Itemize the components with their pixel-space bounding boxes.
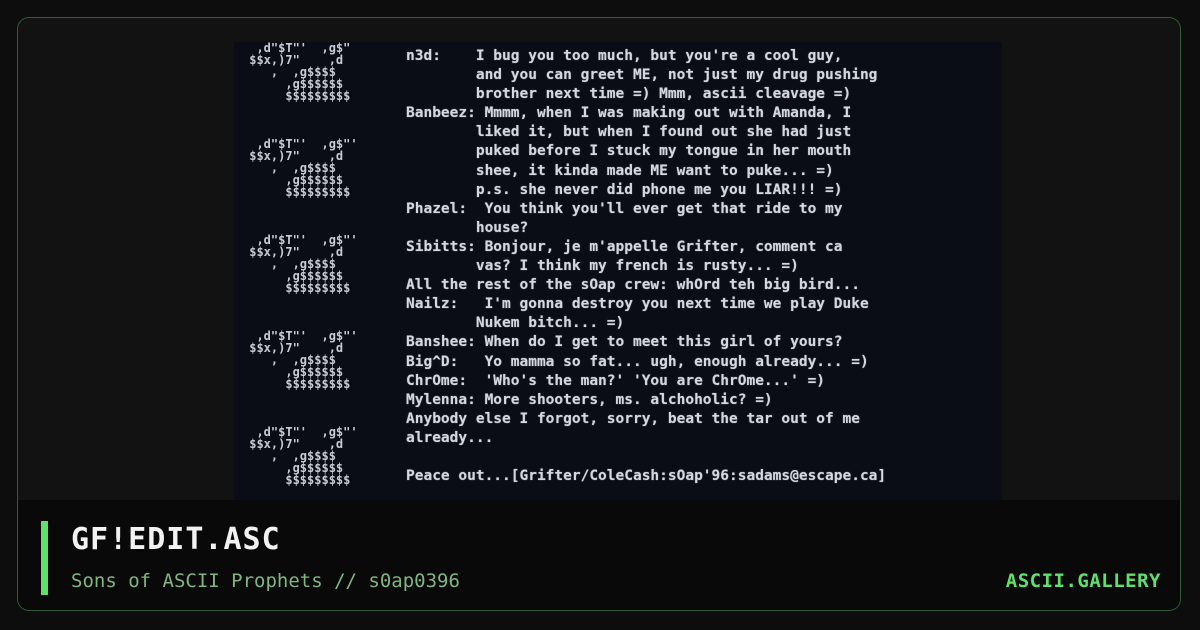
ascii-line: liked it, but when I found out she had j… [406, 124, 852, 141]
art-motif: ,d"$T"' ,g$" $$x,)7" ,d , ,g$$$$ ,g$$$$$… [249, 42, 351, 103]
ascii-text-block: n3d: I bug you too much, but you're a co… [406, 47, 996, 486]
artwork-title: GF!EDIT.ASC [71, 522, 281, 557]
ascii-line: Big^D: Yo mamma so fat... ugh, enough al… [406, 353, 869, 370]
art-motif-column: ,d"$T"' ,g$" $$x,)7" ,d , ,g$$$$ ,g$$$$$… [234, 42, 394, 518]
ascii-line: Anybody else I forgot, sorry, beat the t… [406, 410, 860, 427]
ascii-line: puked before I stuck my tongue in her mo… [406, 143, 852, 160]
ascii-line: already... [406, 429, 494, 446]
ascii-line: Peace out...[Grifter/ColeCash:sOap'96:sa… [406, 468, 887, 485]
site-brand-link[interactable]: ASCII.GALLERY [1006, 570, 1161, 592]
ascii-line: house? [406, 219, 529, 236]
ascii-line [406, 448, 996, 467]
ascii-line: ChrOme: 'Who's the man?' 'You are ChrOme… [406, 372, 826, 389]
footer-bar: GF!EDIT.ASC Sons of ASCII Prophets // s0… [18, 500, 1180, 610]
art-motif: ,d"$T"' ,g$"' $$x,)7" ,d , ,g$$$$ ,g$$$$… [249, 329, 358, 391]
ascii-line: p.s. she never did phone me you LIAR!!! … [406, 181, 843, 198]
ascii-line: Sibitts: Bonjour, je m'appelle Grifter, … [406, 238, 843, 255]
accent-bar [41, 521, 48, 595]
ascii-line: shee, it kinda made ME want to puke... =… [406, 162, 834, 179]
ascii-line: vas? I think my french is rusty... =) [406, 258, 799, 275]
ascii-line: All the rest of the sOap crew: whOrd teh… [406, 277, 860, 294]
ascii-line: and you can greet ME, not just my drug p… [406, 67, 878, 84]
ascii-line: n3d: I bug you too much, but you're a co… [406, 48, 843, 64]
ascii-line: Mylenna: More shooters, ms. alchoholic? … [406, 391, 773, 408]
art-motif: ,d"$T"' ,g$"' $$x,)7" ,d , ,g$$$$ ,g$$$$… [249, 137, 358, 199]
ascii-line: Nukem bitch... =) [406, 315, 625, 332]
ascii-line: Banshee: When do I get to meet this girl… [406, 334, 843, 351]
artwork-card: ,d"$T"' ,g$" $$x,)7" ,d , ,g$$$$ ,g$$$$$… [17, 17, 1181, 611]
ascii-line: Phazel: You think you'll ever get that r… [406, 200, 843, 217]
art-motif: ,d"$T"' ,g$"' $$x,)7" ,d , ,g$$$$ ,g$$$$… [249, 233, 358, 295]
ansi-artwork-image: ,d"$T"' ,g$" $$x,)7" ,d , ,g$$$$ ,g$$$$$… [234, 42, 1002, 518]
ascii-line: Banbeez: Mmmm, when I was making out wit… [406, 105, 852, 122]
ascii-line: Nailz: I'm gonna destroy you next time w… [406, 296, 869, 313]
artwork-subtitle: Sons of ASCII Prophets // s0ap0396 [71, 570, 460, 592]
ascii-line: brother next time =) Mmm, ascii cleavage… [406, 86, 852, 103]
